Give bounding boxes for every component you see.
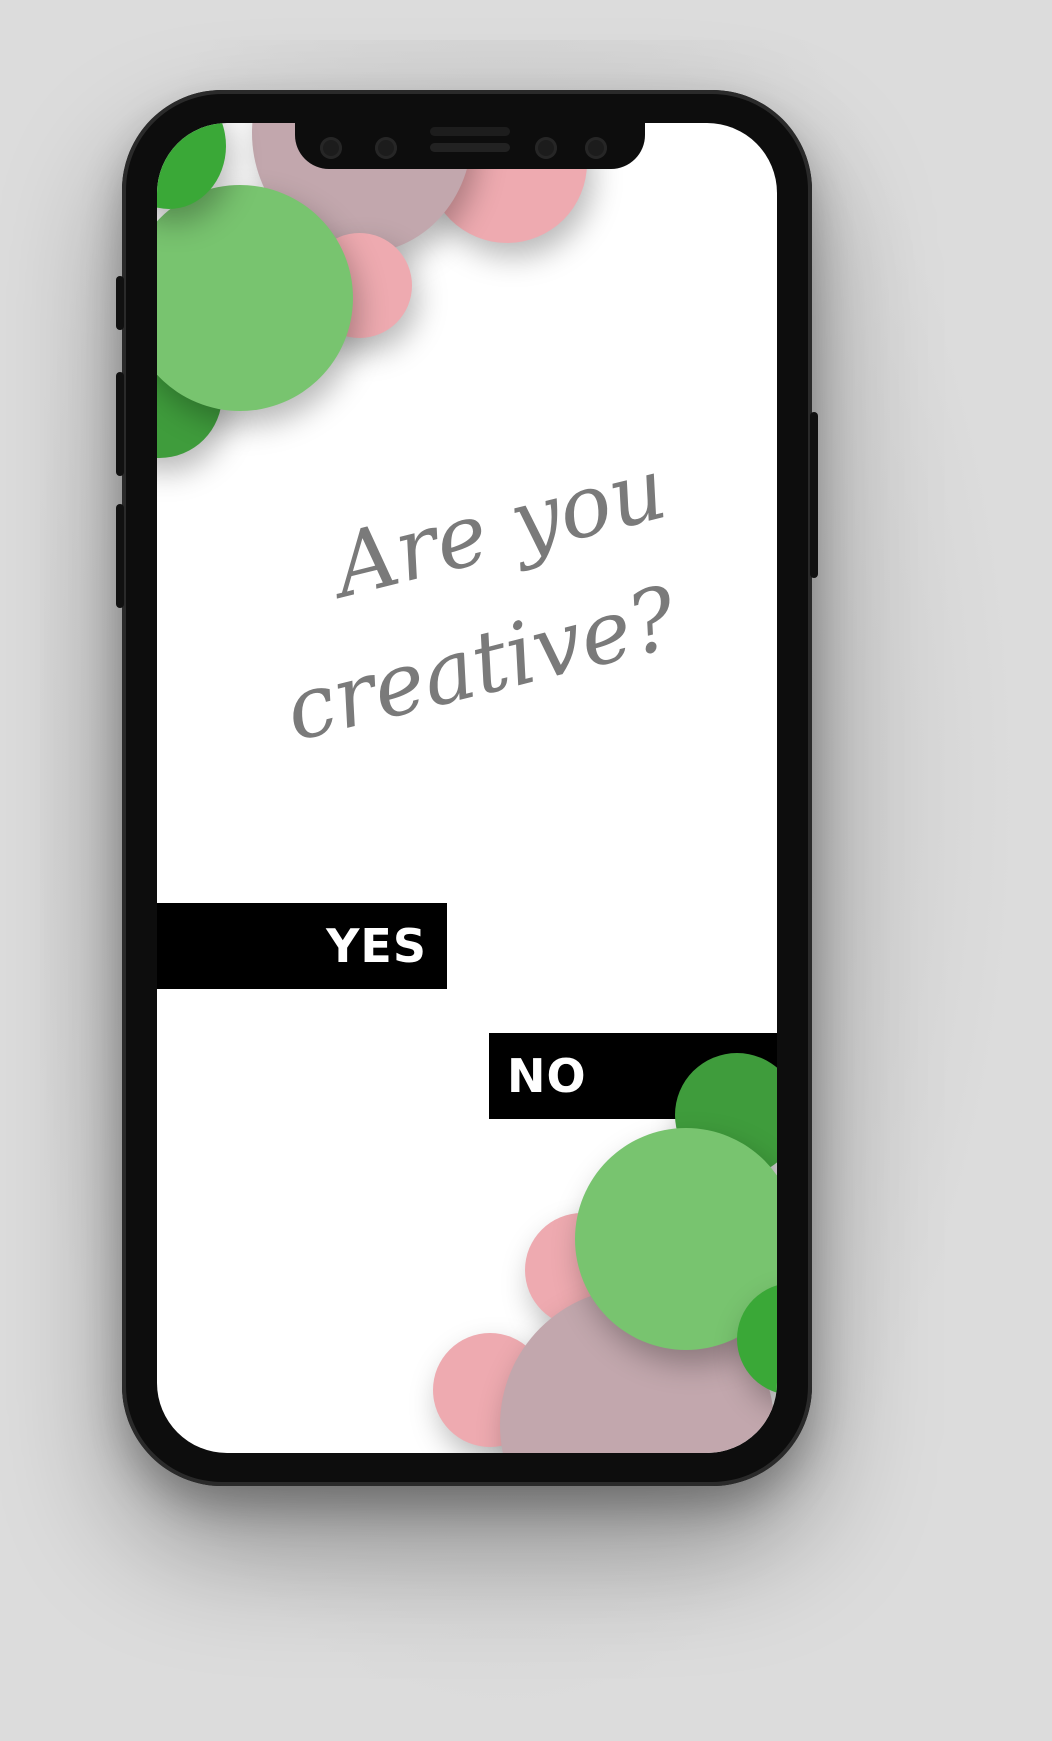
no-button-label: NO	[507, 1049, 587, 1103]
flood-illuminator-icon	[585, 137, 607, 159]
headline-line-2: creative?	[276, 568, 688, 743]
speaker-grille	[430, 143, 510, 152]
volume-up-button	[116, 372, 124, 476]
mute-switch	[116, 276, 124, 330]
headline-script: Are you creative?	[276, 439, 688, 762]
notch	[295, 123, 645, 169]
front-camera-icon	[320, 137, 342, 159]
yes-button-label: YES	[326, 919, 427, 973]
speaker-grille	[430, 127, 510, 136]
power-button	[810, 412, 818, 578]
volume-down-button	[116, 504, 124, 608]
yes-button[interactable]: YES	[157, 903, 447, 989]
proximity-sensor-icon	[535, 137, 557, 159]
sensor-icon	[375, 137, 397, 159]
headline: Are you creative?	[252, 423, 712, 762]
phone-frame: Are you creative? YES NO	[116, 90, 818, 1486]
phone-screen: Are you creative? YES NO	[157, 123, 777, 1453]
